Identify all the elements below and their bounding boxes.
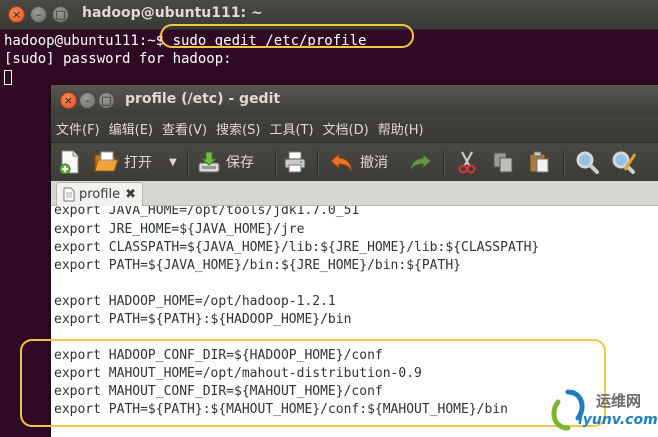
close-icon: ×	[11, 8, 22, 21]
tab-label: profile	[79, 187, 121, 202]
maximize-icon: □	[55, 8, 66, 21]
toolbar-separator	[275, 151, 277, 175]
save-label: 保存	[226, 155, 254, 171]
minimize-icon: –	[35, 8, 42, 21]
tab-bar: profile ✖	[51, 181, 658, 206]
folder-open-icon	[94, 151, 119, 172]
menu-file[interactable]: 文件(F)	[56, 119, 100, 138]
text-file-icon	[63, 187, 75, 202]
cut-button[interactable]	[455, 150, 479, 174]
new-button[interactable]	[59, 150, 81, 174]
watermark: 运维网 iyunv.com	[548, 384, 658, 436]
open-button[interactable]: 打开	[93, 150, 152, 174]
tab-profile[interactable]: profile ✖	[56, 182, 143, 206]
terminal-line: [sudo] password for hadoop:	[4, 51, 232, 67]
terminal-close-button[interactable]: ×	[8, 6, 25, 23]
toolbar-separator	[563, 151, 565, 175]
tab-close-icon[interactable]: ✖	[125, 187, 136, 202]
gedit-titlebar[interactable]: × – □ profile (/etc) - gedit	[51, 85, 658, 115]
scissors-icon	[458, 151, 476, 174]
code-line: export JRE_HOME=${JAVA_HOME}/jre	[54, 222, 305, 237]
menu-edit[interactable]: 编辑(E)	[109, 119, 153, 138]
find-replace-button[interactable]	[611, 150, 637, 174]
print-button[interactable]	[283, 150, 307, 174]
menu-tools[interactable]: 工具(T)	[269, 119, 313, 138]
gedit-title: profile (/etc) - gedit	[125, 91, 281, 107]
minimize-icon: –	[84, 94, 91, 107]
undo-arrow-icon	[330, 152, 353, 172]
maximize-icon: □	[101, 94, 112, 107]
copy-icon	[493, 152, 513, 173]
triangle-down-icon: ▼	[169, 156, 177, 168]
mahout-config-highlight-annotation	[20, 339, 606, 427]
paste-button[interactable]	[527, 150, 551, 174]
code-line: export CLASSPATH=${JAVA_HOME}/lib:${JRE_…	[54, 240, 540, 255]
gedit-minimize-button[interactable]: –	[79, 92, 96, 109]
search-icon	[576, 151, 599, 174]
menu-documents[interactable]: 文档(D)	[323, 119, 369, 138]
gedit-maximize-button[interactable]: □	[98, 92, 115, 109]
menu-search[interactable]: 搜索(S)	[216, 119, 260, 138]
toolbar-separator	[187, 151, 189, 175]
printer-icon	[284, 151, 306, 173]
watermark-en-text: iyunv.com	[578, 412, 658, 428]
open-recent-dropdown[interactable]: ▼	[169, 150, 177, 174]
terminal-maximize-button[interactable]: □	[52, 6, 69, 23]
code-line: export HADOOP_HOME=/opt/hadoop-1.2.1	[54, 294, 336, 309]
redo-arrow-icon	[409, 152, 432, 172]
save-download-icon	[198, 151, 220, 173]
code-line: export PATH=${PATH}:${HADOOP_HOME}/bin	[54, 312, 352, 327]
toolbar-separator	[443, 151, 445, 175]
menu-view[interactable]: 查看(V)	[162, 119, 207, 138]
terminal-cursor	[4, 70, 12, 85]
undo-button[interactable]: 撤消	[329, 150, 388, 174]
gedit-close-button[interactable]: ×	[60, 92, 77, 109]
paste-clipboard-icon	[529, 151, 549, 173]
redo-button[interactable]	[407, 150, 433, 174]
close-icon: ×	[63, 94, 74, 107]
find-replace-icon	[612, 151, 637, 174]
save-button[interactable]: 保存	[197, 150, 254, 174]
toolbar: 打开 ▼ 保存 撤消	[51, 142, 658, 182]
open-label: 打开	[124, 155, 152, 171]
watermark-cn-text: 运维网	[596, 392, 642, 410]
menubar: 文件(F) 编辑(E) 查看(V) 搜索(S) 工具(T) 文档(D) 帮助(H…	[51, 115, 658, 142]
command-highlight-annotation	[160, 24, 414, 48]
new-document-icon	[59, 150, 79, 174]
find-button[interactable]	[575, 150, 599, 174]
toolbar-separator	[317, 151, 319, 175]
menu-help[interactable]: 帮助(H)	[378, 119, 424, 138]
copy-button[interactable]	[491, 150, 515, 174]
terminal-title: hadoop@ubuntu111: ~	[82, 5, 263, 21]
code-line: export JAVA_HOME=/opt/tools/jdk1.7.0_51	[54, 206, 360, 218]
undo-label: 撤消	[360, 155, 388, 171]
terminal-minimize-button[interactable]: –	[30, 6, 47, 23]
code-line: export PATH=${JAVA_HOME}/bin:${JRE_HOME}…	[54, 258, 461, 273]
